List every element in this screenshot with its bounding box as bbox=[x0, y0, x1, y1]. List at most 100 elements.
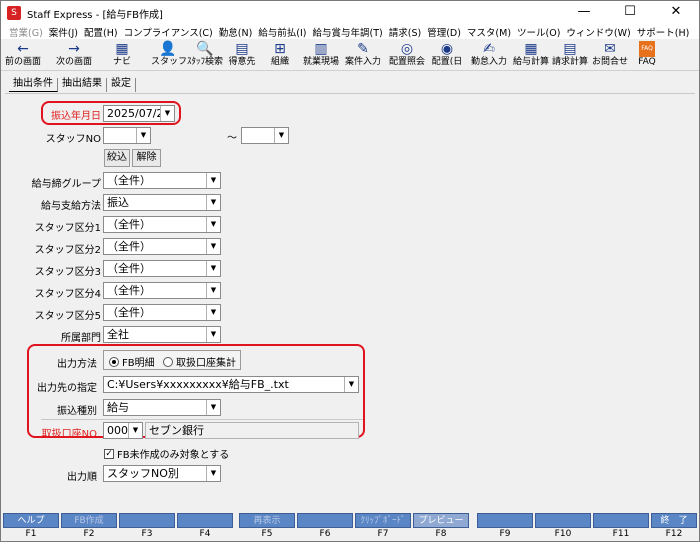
menu-item-window[interactable]: ウィンドウ(W) bbox=[566, 25, 630, 39]
placement-inquiry-icon: ◎ bbox=[400, 41, 414, 57]
fkey-f1[interactable]: ヘルプ F1 bbox=[3, 513, 59, 541]
narrow-button[interactable]: 絞込 bbox=[104, 149, 130, 167]
staff-category-5-select[interactable]: （全件） ▼ bbox=[103, 304, 221, 321]
tab-strip: 抽出条件 抽出結果 設定 bbox=[9, 78, 136, 92]
fb-uncreated-only-checkbox[interactable]: ✓ FB未作成のみ対象とする bbox=[104, 446, 229, 461]
chevron-down-icon[interactable]: ▼ bbox=[206, 283, 220, 298]
minimize-button[interactable]: — bbox=[561, 1, 607, 25]
staff-category-3-label: スタッフ区分3 bbox=[34, 267, 101, 278]
chevron-down-icon[interactable]: ▼ bbox=[206, 466, 220, 481]
forward-arrow-icon: → bbox=[68, 41, 80, 57]
fkey-f4[interactable]: F4 bbox=[177, 513, 233, 541]
output-path-label: 出力先の指定 bbox=[37, 383, 97, 394]
fkey-f9[interactable]: F9 bbox=[477, 513, 533, 541]
staff-category-4-select[interactable]: （全件） ▼ bbox=[103, 282, 221, 299]
chevron-down-icon[interactable]: ▼ bbox=[206, 305, 220, 320]
project-entry-button[interactable]: ✎ 案件入力 bbox=[343, 41, 383, 71]
staff-category-4-label: スタッフ区分4 bbox=[34, 289, 101, 300]
placement-daily-button[interactable]: ◉ 配置(日 bbox=[429, 41, 465, 71]
menu-item-advance-pay[interactable]: 給与前払(I) bbox=[258, 25, 306, 39]
payroll-calc-button[interactable]: ▦ 給与計算 bbox=[513, 41, 549, 71]
fkey-f10[interactable]: F10 bbox=[535, 513, 591, 541]
menu-item-sales[interactable]: 営業(G) bbox=[9, 25, 43, 39]
billing-calc-button[interactable]: ▤ 請求計算 bbox=[551, 41, 589, 71]
chevron-down-icon[interactable]: ▼ bbox=[206, 239, 220, 254]
menu-item-support[interactable]: サポート(H) bbox=[637, 25, 690, 39]
customer-button[interactable]: ▤ 得意先 bbox=[225, 41, 259, 71]
output-order-select[interactable]: スタッフNO別 ▼ bbox=[103, 465, 221, 482]
fkey-f7[interactable]: ｸﾘｯﾌﾟﾎﾞｰﾄﾞ F7 bbox=[355, 513, 411, 541]
menu-item-compliance[interactable]: コンプライアンス(C) bbox=[124, 25, 213, 39]
radio-fb-detail[interactable]: FB明細 bbox=[109, 354, 155, 369]
radio-dot bbox=[163, 356, 173, 367]
menu-item-placement[interactable]: 配置(H) bbox=[84, 25, 118, 39]
customer-icon: ▤ bbox=[235, 41, 249, 57]
chevron-down-icon[interactable]: ▼ bbox=[128, 423, 142, 438]
chevron-down-icon[interactable]: ▼ bbox=[206, 173, 220, 188]
fkey-f12[interactable]: 終 了 F12 bbox=[651, 513, 697, 541]
transfer-date-select[interactable]: 2025/07/25 ▼ bbox=[103, 105, 175, 122]
inquiry-button[interactable]: ✉ お問合せ bbox=[591, 41, 629, 71]
pay-method-select[interactable]: 振込 ▼ bbox=[103, 194, 221, 211]
tab-extract-results[interactable]: 抽出結果 bbox=[58, 78, 107, 92]
faq-button[interactable]: FAQ FAQ bbox=[633, 41, 661, 71]
staff-category-3-select[interactable]: （全件） ▼ bbox=[103, 260, 221, 277]
clear-button[interactable]: 解除 bbox=[132, 149, 161, 167]
chevron-down-icon[interactable]: ▼ bbox=[160, 106, 174, 121]
chevron-down-icon[interactable]: ▼ bbox=[206, 195, 220, 210]
staff-button[interactable]: 👤 スタッフ bbox=[151, 41, 187, 71]
worksite-button[interactable]: ▥ 就業現場 bbox=[301, 41, 341, 71]
staff-search-button[interactable]: 🔍 ｽﾀｯﾌ検索 bbox=[187, 41, 223, 71]
placement-inquiry-button[interactable]: ◎ 配置照会 bbox=[387, 41, 427, 71]
menu-item-admin[interactable]: 管理(D) bbox=[427, 25, 461, 39]
chevron-down-icon[interactable]: ▼ bbox=[206, 261, 220, 276]
menu-item-tools[interactable]: ツール(O) bbox=[517, 25, 560, 39]
maximize-button[interactable]: ☐ bbox=[607, 1, 653, 25]
fkey-f2[interactable]: FB作成 F2 bbox=[61, 513, 117, 541]
staff-category-2-select[interactable]: （全件） ▼ bbox=[103, 238, 221, 255]
chevron-down-icon[interactable]: ▼ bbox=[206, 327, 220, 342]
staff-no-to-select[interactable]: ▼ bbox=[241, 127, 289, 144]
account-no-select[interactable]: 0004 ▼ bbox=[103, 422, 143, 439]
chevron-down-icon[interactable]: ▼ bbox=[274, 128, 288, 143]
close-button[interactable]: ✕ bbox=[653, 1, 699, 25]
attendance-entry-button[interactable]: ✍ 勤怠入力 bbox=[469, 41, 509, 71]
staff-no-from-select[interactable]: ▼ bbox=[103, 127, 151, 144]
app-icon: S bbox=[7, 6, 21, 20]
navi-button[interactable]: ▦ ナビ bbox=[107, 41, 137, 71]
output-path-select[interactable]: C:¥Users¥xxxxxxxxx¥給与FB_.txt ▼ bbox=[103, 376, 359, 393]
staff-category-1-select[interactable]: （全件） ▼ bbox=[103, 216, 221, 233]
output-method-label: 出力方法 bbox=[57, 359, 97, 370]
chevron-down-icon[interactable]: ▼ bbox=[136, 128, 150, 143]
fkey-f6[interactable]: F6 bbox=[297, 513, 353, 541]
staff-search-icon: 🔍 bbox=[196, 41, 214, 57]
faq-icon: FAQ bbox=[639, 41, 655, 57]
radio-dot-selected bbox=[109, 356, 119, 367]
fkey-f11[interactable]: F11 bbox=[593, 513, 649, 541]
pay-group-label: 給与締グループ bbox=[31, 179, 101, 190]
organization-icon: ⊞ bbox=[274, 41, 286, 57]
chevron-down-icon[interactable]: ▼ bbox=[206, 400, 220, 415]
chevron-down-icon[interactable]: ▼ bbox=[344, 377, 358, 392]
forward-button[interactable]: → 次の画面 bbox=[51, 41, 97, 71]
menu-item-attendance[interactable]: 勤怠(N) bbox=[219, 25, 253, 39]
department-label: 所属部門 bbox=[61, 333, 101, 344]
transfer-type-select[interactable]: 給与 ▼ bbox=[103, 399, 221, 416]
back-button[interactable]: ← 前の画面 bbox=[3, 41, 43, 71]
menu-item-billing[interactable]: 請求(S) bbox=[389, 25, 421, 39]
menu-item-projects[interactable]: 案件(J) bbox=[49, 25, 78, 39]
department-select[interactable]: 全社 ▼ bbox=[103, 326, 221, 343]
tab-settings[interactable]: 設定 bbox=[107, 78, 136, 92]
menu-bar: 営業(G) 案件(J) 配置(H) コンプライアンス(C) 勤怠(N) 給与前払… bbox=[1, 25, 699, 39]
tab-extract-conditions[interactable]: 抽出条件 bbox=[9, 78, 58, 92]
menu-item-payroll[interactable]: 給与賞与年調(T) bbox=[313, 25, 383, 39]
radio-account-summary[interactable]: 取扱口座集計 bbox=[163, 354, 236, 369]
organization-button[interactable]: ⊞ 組織 bbox=[265, 41, 295, 71]
pay-group-select[interactable]: （全件） ▼ bbox=[103, 172, 221, 189]
fkey-f3[interactable]: F3 bbox=[119, 513, 175, 541]
chevron-down-icon[interactable]: ▼ bbox=[206, 217, 220, 232]
fkey-f5[interactable]: 再表示 F5 bbox=[239, 513, 295, 541]
billing-calc-icon: ▤ bbox=[563, 41, 577, 57]
menu-item-master[interactable]: マスタ(M) bbox=[467, 25, 511, 39]
fkey-f8[interactable]: プレビュー F8 bbox=[413, 513, 469, 541]
